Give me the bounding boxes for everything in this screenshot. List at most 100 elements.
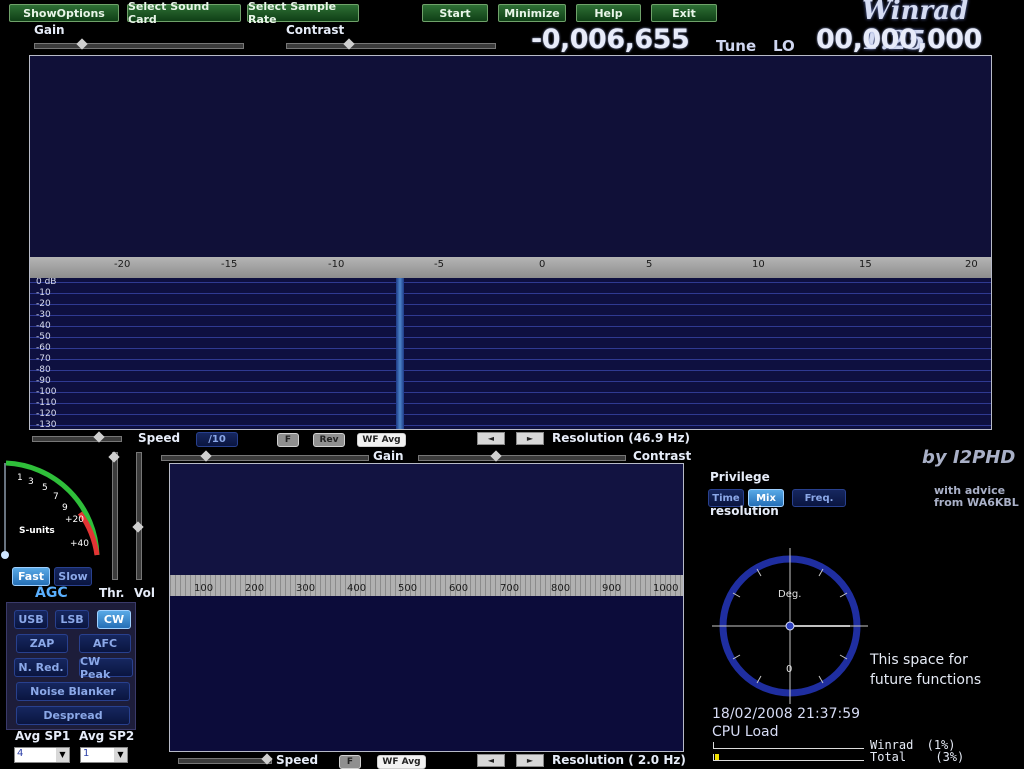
despread-button[interactable]: Despread: [16, 706, 130, 725]
audio-wf-avg-button[interactable]: WF Avg: [377, 755, 426, 769]
avg-sp2-select[interactable]: 1 ▼: [80, 747, 128, 763]
datetime: 18/02/2008 21:37:59: [712, 706, 861, 722]
s-meter-arc: [1, 460, 100, 559]
resolution-left-button[interactable]: ◄: [477, 432, 505, 445]
cpu-total-row: Total (3%): [870, 750, 964, 764]
chevron-down-icon[interactable]: ▼: [114, 748, 127, 762]
help-button[interactable]: Help: [576, 4, 641, 22]
db-label: -100: [36, 387, 57, 397]
select-sample-rate-button[interactable]: Select Sample Rate: [247, 0, 359, 26]
noise-reduction-button[interactable]: N. Red.: [14, 658, 68, 677]
db-label: -30: [36, 310, 51, 320]
resolution-word-label: resolution: [710, 504, 779, 518]
avg-sp2-value: 1: [83, 748, 90, 759]
spectrum-speed-label: Speed: [138, 431, 181, 445]
hz-tick: 400: [347, 583, 367, 594]
avg-sp1-value: 4: [17, 748, 24, 759]
volume-slider[interactable]: [132, 452, 144, 580]
db-label: -90: [36, 376, 51, 386]
spectrum-f-button[interactable]: F: [277, 433, 299, 447]
khz-tick: -5: [434, 259, 444, 270]
tune-label: Tune: [716, 37, 757, 55]
audio-resolution-left-button[interactable]: ◄: [477, 754, 505, 767]
hz-tick: 800: [551, 583, 571, 594]
audio-gain-label: Gain: [373, 449, 404, 463]
rf-waterfall[interactable]: [30, 56, 991, 257]
lo-label: LO: [773, 37, 795, 55]
contrast-slider[interactable]: [286, 38, 496, 50]
db-label: -80: [36, 365, 51, 375]
tune-frequency[interactable]: -0,006,655: [531, 24, 690, 55]
spectrum-panel[interactable]: -20 -15 -10 -5 0 5 10 15 20 0 dB -10 -20…: [29, 55, 992, 430]
privilege-freq-button[interactable]: Freq.: [792, 489, 846, 507]
exit-button[interactable]: Exit: [651, 4, 717, 22]
audio-hz-axis: 100 200 300 400 500 600 700 800 900 1000: [170, 575, 683, 596]
s-scale-7: 7: [53, 492, 59, 502]
audio-waterfall[interactable]: [170, 596, 683, 751]
spectrum-wf-avg-button[interactable]: WF Avg: [357, 433, 406, 447]
rev-button[interactable]: Rev: [313, 433, 345, 447]
resolution-right-button[interactable]: ►: [516, 432, 544, 445]
avg-sp2-label: Avg SP2: [79, 729, 135, 743]
author-credit: by I2PHD: [922, 447, 1016, 468]
cpu-load-label: CPU Load: [712, 724, 779, 740]
lo-frequency[interactable]: 00,000,000: [816, 24, 982, 55]
zero-label: 0: [786, 664, 793, 675]
agc-label: AGC: [35, 585, 68, 601]
avg-sp1-label: Avg SP1: [15, 729, 71, 743]
show-options-button[interactable]: ShowOptions: [9, 4, 119, 22]
spectrum-speed-slider[interactable]: [32, 431, 122, 443]
future-line-1: This space for: [870, 652, 968, 668]
khz-tick: 5: [646, 259, 653, 270]
lsb-button[interactable]: LSB: [55, 610, 89, 629]
minimize-button[interactable]: Minimize: [498, 4, 566, 22]
tuning-marker[interactable]: [396, 278, 404, 429]
khz-tick: -20: [114, 259, 131, 270]
agc-slow-button[interactable]: Slow: [54, 567, 92, 586]
cpu-total-label: Total: [870, 750, 907, 764]
noise-blanker-button[interactable]: Noise Blanker: [16, 682, 130, 701]
advice-credit: with advice from WA6KBL: [934, 485, 1019, 509]
db-label: -120: [36, 409, 57, 419]
cpu-total-value: (3%): [935, 750, 965, 764]
audio-panel[interactable]: 100 200 300 400 500 600 700 800 900 1000: [169, 463, 684, 752]
audio-speed-label: Speed: [276, 753, 319, 767]
audio-spectrum[interactable]: [170, 464, 683, 575]
audio-gain-slider[interactable]: [161, 450, 369, 462]
hz-tick: 900: [602, 583, 622, 594]
audio-f-button[interactable]: F: [339, 755, 361, 769]
agc-fast-button[interactable]: Fast: [12, 567, 50, 586]
db-label: -70: [36, 354, 51, 364]
cw-button[interactable]: CW: [97, 610, 131, 629]
spectrum-plot[interactable]: 0 dB -10 -20 -30 -40 -50 -60 -70 -80 -90…: [30, 278, 991, 429]
db-label: 0 dB: [36, 278, 57, 287]
hz-tick: 700: [500, 583, 520, 594]
s-scale-40: +40: [70, 539, 89, 549]
s-scale-1: 1: [17, 473, 23, 483]
usb-button[interactable]: USB: [14, 610, 48, 629]
db-label: -130: [36, 420, 57, 429]
afc-button[interactable]: AFC: [79, 634, 131, 653]
hz-tick: 500: [398, 583, 418, 594]
chevron-down-icon[interactable]: ▼: [56, 748, 69, 762]
threshold-slider[interactable]: [108, 451, 120, 580]
cw-peak-button[interactable]: CW Peak: [79, 655, 133, 681]
select-sound-card-button[interactable]: Select Sound Card: [127, 0, 241, 26]
avg-sp1-select[interactable]: 4 ▼: [14, 747, 70, 763]
s-scale-3: 3: [28, 477, 34, 487]
audio-resolution-right-button[interactable]: ►: [516, 754, 544, 767]
hz-tick: 300: [296, 583, 316, 594]
db-label: -20: [36, 299, 51, 309]
hz-tick: 600: [449, 583, 469, 594]
div10-button[interactable]: /10: [196, 432, 238, 447]
khz-tick: 20: [965, 259, 978, 270]
khz-tick: 0: [539, 259, 546, 270]
zap-button[interactable]: ZAP: [16, 634, 68, 653]
start-button[interactable]: Start: [422, 4, 488, 22]
khz-axis: -20 -15 -10 -5 0 5 10 15 20: [30, 257, 991, 278]
hz-tick: 200: [245, 583, 265, 594]
cpu-total-bar: [713, 754, 864, 761]
audio-speed-slider[interactable]: [178, 753, 273, 765]
gain-slider[interactable]: [34, 38, 244, 50]
audio-contrast-slider[interactable]: [418, 450, 626, 462]
